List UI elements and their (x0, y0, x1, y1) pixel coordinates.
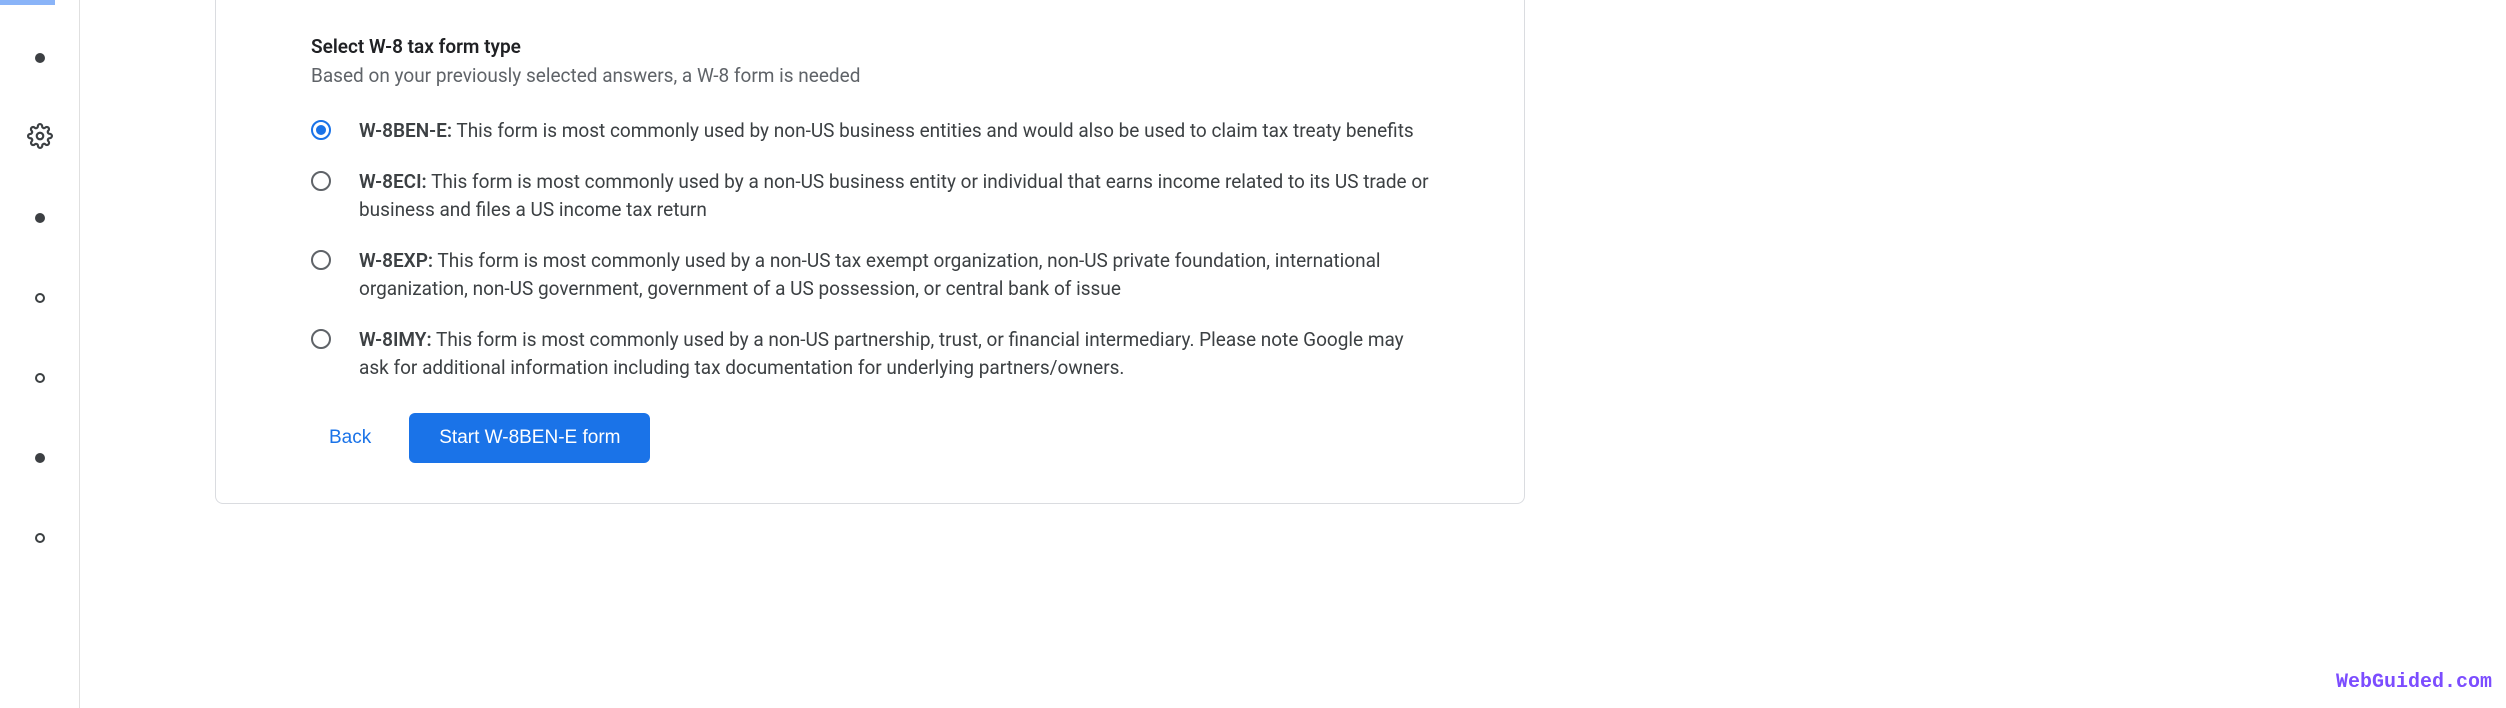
radio-label: W-8ECI: This form is most commonly used … (359, 168, 1429, 225)
top-accent-bar (0, 0, 55, 5)
form-description: This form is most commonly used by a non… (359, 328, 1404, 380)
radio-option-w8eci[interactable]: W-8ECI: This form is most commonly used … (311, 168, 1429, 225)
radio-selected-icon (311, 120, 331, 140)
dot-filled-icon (35, 453, 45, 463)
radio-label: W-8IMY: This form is most commonly used … (359, 326, 1429, 383)
radio-option-w8exp[interactable]: W-8EXP: This form is most commonly used … (311, 247, 1429, 304)
start-form-button[interactable]: Start W-8BEN-E form (409, 413, 650, 463)
form-description: This form is most commonly used by non-U… (452, 119, 1414, 142)
back-button[interactable]: Back (329, 427, 371, 449)
sidebar-item-5[interactable] (28, 366, 52, 390)
section-subtitle: Based on your previously selected answer… (311, 64, 1429, 87)
radio-unselected-icon (311, 329, 331, 349)
form-name: W-8ECI: (359, 170, 427, 193)
radio-button[interactable] (311, 171, 331, 191)
section-title: Select W-8 tax form type (311, 35, 1429, 58)
dot-outline-icon (35, 293, 45, 303)
tax-form-card: Select W-8 tax form type Based on your p… (215, 0, 1525, 504)
button-row: Back Start W-8BEN-E form (329, 413, 1429, 463)
radio-label: W-8BEN-E: This form is most commonly use… (359, 117, 1429, 146)
radio-label: W-8EXP: This form is most commonly used … (359, 247, 1429, 304)
watermark: WebGuided.com (2336, 671, 2492, 694)
radio-unselected-icon (311, 250, 331, 270)
sidebar-item-6[interactable] (28, 446, 52, 470)
form-name: W-8IMY: (359, 328, 432, 351)
form-description: This form is most commonly used by a non… (359, 249, 1381, 301)
radio-option-w8ben-e[interactable]: W-8BEN-E: This form is most commonly use… (311, 117, 1429, 146)
radio-button[interactable] (311, 120, 331, 140)
radio-option-w8imy[interactable]: W-8IMY: This form is most commonly used … (311, 326, 1429, 383)
main-content: Select W-8 tax form type Based on your p… (80, 0, 2506, 708)
form-name: W-8EXP: (359, 249, 433, 272)
sidebar-item-3[interactable] (28, 206, 52, 230)
sidebar-item-7[interactable] (28, 526, 52, 550)
gear-icon (27, 123, 53, 153)
radio-button[interactable] (311, 250, 331, 270)
sidebar-item-4[interactable] (28, 286, 52, 310)
radio-button[interactable] (311, 329, 331, 349)
sidebar-nav (0, 0, 80, 708)
dot-outline-icon (35, 373, 45, 383)
dot-outline-icon (35, 533, 45, 543)
sidebar-item-1[interactable] (28, 46, 52, 70)
sidebar-item-settings[interactable] (28, 126, 52, 150)
dot-filled-icon (35, 213, 45, 223)
form-description: This form is most commonly used by a non… (359, 170, 1429, 222)
dot-filled-icon (35, 53, 45, 63)
form-name: W-8BEN-E: (359, 119, 452, 142)
radio-unselected-icon (311, 171, 331, 191)
